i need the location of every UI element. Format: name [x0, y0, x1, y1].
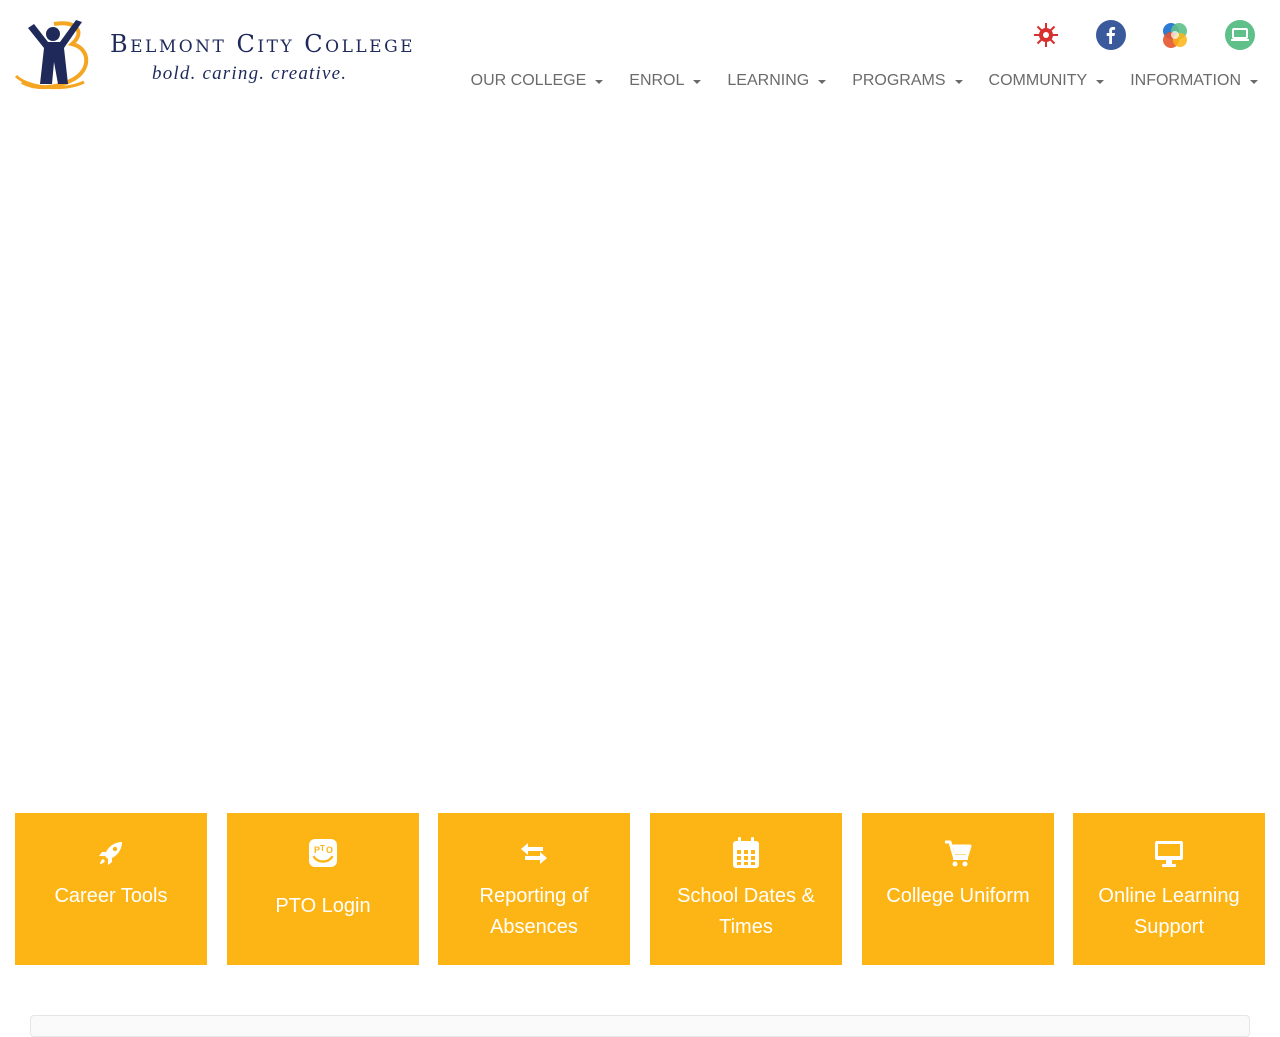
caret-down-icon	[693, 80, 702, 84]
connect-icon[interactable]	[1160, 20, 1190, 50]
site-header: Belmont City College bold. caring. creat…	[0, 0, 1280, 120]
content-panel-edge	[30, 1015, 1250, 1037]
main-navigation: OUR COLLEGE ENROL LEARNING PROGRAMS COMM…	[445, 72, 1258, 90]
nav-our-college[interactable]: OUR COLLEGE	[445, 72, 604, 90]
exchange-icon	[438, 837, 630, 869]
cart-icon	[862, 837, 1054, 869]
laptop-icon[interactable]	[1225, 20, 1255, 50]
tile-reporting-absences[interactable]: Reporting of Absences	[438, 813, 630, 965]
nav-community[interactable]: COMMUNITY	[963, 72, 1105, 90]
college-name: Belmont City College	[110, 30, 416, 58]
tile-label: PTO Login	[275, 895, 371, 917]
logo-mark-icon	[14, 20, 89, 90]
nav-learning[interactable]: LEARNING	[701, 72, 827, 90]
tile-online-learning[interactable]: Online Learning Support	[1073, 813, 1265, 965]
college-tagline: bold. caring. creative.	[152, 63, 348, 84]
nav-enrol[interactable]: ENROL	[603, 72, 702, 90]
nav-label: ENROL	[629, 72, 685, 89]
facebook-icon[interactable]	[1096, 20, 1126, 50]
caret-down-icon	[1096, 80, 1105, 84]
tile-college-uniform[interactable]: College Uniform	[862, 813, 1054, 965]
calendar-icon	[650, 837, 842, 869]
tile-school-dates[interactable]: School Dates & Times	[650, 813, 842, 965]
tile-label: College Uniform	[886, 885, 1030, 907]
nav-label: LEARNING	[727, 72, 810, 89]
nav-label: COMMUNITY	[988, 72, 1088, 89]
svg-text:O: O	[326, 845, 333, 855]
nav-label: INFORMATION	[1130, 72, 1241, 89]
caret-down-icon	[954, 80, 963, 84]
svg-text:T: T	[320, 844, 325, 853]
tile-label: Reporting of Absences	[479, 885, 589, 938]
tile-career-tools[interactable]: Career Tools	[15, 813, 207, 965]
tile-label: Online Learning Support	[1098, 885, 1240, 938]
caret-down-icon	[1250, 80, 1258, 84]
tile-label: Career Tools	[54, 885, 168, 907]
nav-information[interactable]: INFORMATION	[1104, 72, 1258, 90]
quick-links: Career Tools P T O PTO Login Reporting o…	[15, 813, 1265, 965]
rocket-icon	[15, 837, 207, 869]
pto-icon: P T O	[227, 837, 419, 869]
desktop-icon	[1073, 837, 1265, 869]
caret-down-icon	[818, 80, 827, 84]
nav-label: PROGRAMS	[852, 72, 946, 89]
tile-pto-login[interactable]: P T O PTO Login	[227, 813, 419, 965]
virus-icon[interactable]	[1031, 20, 1061, 50]
caret-down-icon	[595, 80, 604, 84]
tile-label: School Dates & Times	[677, 885, 815, 938]
college-logo[interactable]: Belmont City College bold. caring. creat…	[14, 18, 414, 93]
nav-label: OUR COLLEGE	[470, 72, 587, 89]
nav-programs[interactable]: PROGRAMS	[826, 72, 963, 90]
